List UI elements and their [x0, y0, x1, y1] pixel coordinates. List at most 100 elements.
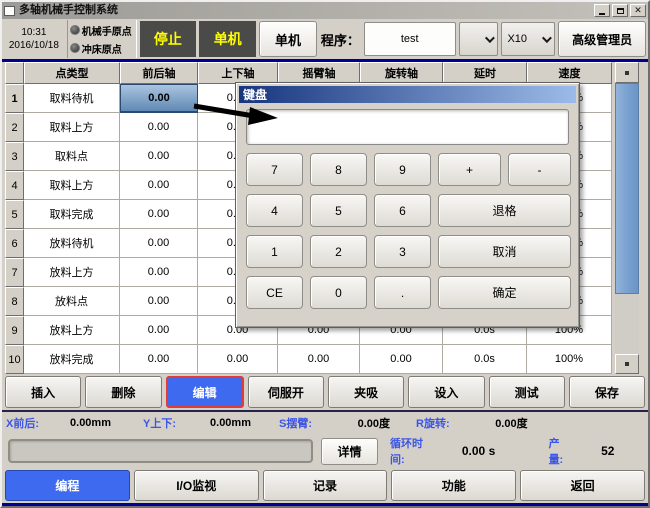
cycle-time-label: 循环时间:	[390, 435, 437, 467]
row-number[interactable]: 5	[5, 200, 24, 229]
point-type-cell[interactable]: 放料点	[24, 287, 120, 316]
keypad-dialog-titlebar: 键盘	[239, 86, 576, 103]
axis-value: 0.00度	[450, 415, 528, 431]
value-cell[interactable]: 0.00	[120, 200, 198, 229]
keypad-key-plus-button[interactable]: +	[438, 153, 501, 186]
insert-button[interactable]: 插入	[5, 376, 81, 408]
row-number[interactable]: 6	[5, 229, 24, 258]
scroll-down-button[interactable]	[615, 354, 639, 374]
action-button-row: 插入删除编辑伺服开夹吸设入测试保存	[2, 374, 648, 410]
row-number[interactable]: 7	[5, 258, 24, 287]
point-type-cell[interactable]: 取料上方	[24, 171, 120, 200]
row-number[interactable]: 4	[5, 171, 24, 200]
keypad-backspace-button[interactable]: 退格	[438, 194, 571, 227]
value-cell[interactable]: 0.00	[278, 345, 360, 374]
clamp-suction-button[interactable]: 夹吸	[328, 376, 404, 408]
row-number[interactable]: 8	[5, 287, 24, 316]
edit-button[interactable]: 编辑	[166, 376, 244, 408]
axis-value: 0.00mm	[176, 417, 251, 429]
keypad-key-1-button[interactable]: 1	[246, 235, 303, 268]
tab-return[interactable]: 返回	[520, 470, 645, 501]
keypad-key-7-button[interactable]: 7	[246, 153, 303, 186]
servo-on-button[interactable]: 伺服开	[248, 376, 324, 408]
delete-button[interactable]: 删除	[85, 376, 161, 408]
point-type-cell[interactable]: 取料待机	[24, 84, 120, 113]
value-cell[interactable]: 100%	[527, 345, 612, 374]
keypad-key-6-button[interactable]: 6	[374, 194, 431, 227]
value-cell[interactable]: 0.00	[120, 258, 198, 287]
value-cell[interactable]: 0.00	[120, 345, 198, 374]
mode-status-panel[interactable]: 单机	[199, 21, 256, 57]
test-button[interactable]: 测试	[489, 376, 565, 408]
keypad-key-5-button[interactable]: 5	[310, 194, 367, 227]
tab-io-monitor[interactable]: I/O监视	[134, 470, 259, 501]
keypad-key-minus-button[interactable]: -	[508, 153, 571, 186]
point-type-cell[interactable]: 取料完成	[24, 200, 120, 229]
origin-indicator-robot-origin[interactable]: 机械手原点	[70, 23, 136, 38]
point-type-cell[interactable]: 取料上方	[24, 113, 120, 142]
row-number[interactable]: 3	[5, 142, 24, 171]
minimize-button[interactable]	[594, 4, 610, 17]
maximize-button[interactable]	[612, 4, 628, 17]
row-number[interactable]: 9	[5, 316, 24, 345]
value-cell[interactable]: 0.00	[198, 345, 278, 374]
scrollbar-track[interactable]	[615, 294, 639, 354]
toolbar: 10:31 2016/10/18 机械手原点冲床原点 停止 单机 单机 程序： …	[2, 19, 648, 59]
program-dropdown-button[interactable]	[459, 22, 499, 56]
tab-record[interactable]: 记录	[263, 470, 388, 501]
tab-programming[interactable]: 编程	[5, 470, 130, 501]
user-level-button[interactable]: 高级管理员	[558, 21, 646, 57]
value-cell[interactable]: 0.00	[120, 113, 198, 142]
keypad-input[interactable]	[246, 109, 569, 145]
keypad-confirm-button[interactable]: 确定	[438, 276, 571, 309]
value-cell[interactable]: 0.00	[120, 84, 198, 113]
tab-function[interactable]: 功能	[391, 470, 516, 501]
minimize-icon	[599, 13, 605, 15]
value-cell[interactable]: 0.00	[360, 345, 443, 374]
scrollbar-thumb[interactable]	[615, 83, 639, 294]
table-corner-cell	[5, 62, 24, 84]
cycle-time-value: 0.00 s	[437, 444, 521, 458]
keypad-key-dot-button[interactable]: .	[374, 276, 431, 309]
column-header: 延时	[443, 62, 527, 84]
close-button[interactable]: ✕	[630, 4, 646, 17]
origin-indicator-press-origin[interactable]: 冲床原点	[70, 41, 136, 56]
column-header: 摇臂轴	[278, 62, 360, 84]
keypad-key-4-button[interactable]: 4	[246, 194, 303, 227]
axis-value: 0.00mm	[39, 417, 111, 429]
table-scrollbar[interactable]	[615, 62, 639, 374]
value-cell[interactable]: 0.00	[120, 229, 198, 258]
point-type-cell[interactable]: 取料点	[24, 142, 120, 171]
single-mode-button[interactable]: 单机	[259, 21, 317, 57]
point-type-cell[interactable]: 放料上方	[24, 316, 120, 345]
multiplier-select[interactable]: X10	[501, 22, 555, 56]
row-number[interactable]: 10	[5, 345, 24, 374]
keypad-clear-button[interactable]: CE	[246, 276, 303, 309]
yield-label: 产量:	[549, 435, 574, 467]
scroll-up-button[interactable]	[615, 62, 639, 83]
stop-status-panel[interactable]: 停止	[140, 21, 197, 57]
value-cell[interactable]: 0.0s	[443, 345, 527, 374]
value-cell[interactable]: 0.00	[120, 287, 198, 316]
value-cell[interactable]: 0.00	[120, 142, 198, 171]
detail-button[interactable]: 详情	[321, 438, 378, 465]
keypad-key-2-button[interactable]: 2	[310, 235, 367, 268]
keypad-key-3-button[interactable]: 3	[374, 235, 431, 268]
save-button[interactable]: 保存	[569, 376, 645, 408]
program-select[interactable]: test	[364, 22, 456, 56]
row-number[interactable]: 2	[5, 113, 24, 142]
message-field[interactable]	[8, 439, 313, 463]
point-type-cell[interactable]: 放料上方	[24, 258, 120, 287]
value-cell[interactable]: 0.00	[120, 171, 198, 200]
row-number[interactable]: 1	[5, 84, 24, 113]
keypad-key-9-button[interactable]: 9	[374, 153, 431, 186]
keypad-key-0-button[interactable]: 0	[310, 276, 367, 309]
window-title: 多轴机械手控制系统	[19, 3, 594, 18]
value-cell[interactable]: 0.00	[120, 316, 198, 345]
point-type-cell[interactable]: 放料完成	[24, 345, 120, 374]
keypad-cancel-button[interactable]: 取消	[438, 235, 571, 268]
origin-indicators: 机械手原点冲床原点	[67, 20, 137, 58]
keypad-key-8-button[interactable]: 8	[310, 153, 367, 186]
point-type-cell[interactable]: 放料待机	[24, 229, 120, 258]
set-in-button[interactable]: 设入	[408, 376, 484, 408]
